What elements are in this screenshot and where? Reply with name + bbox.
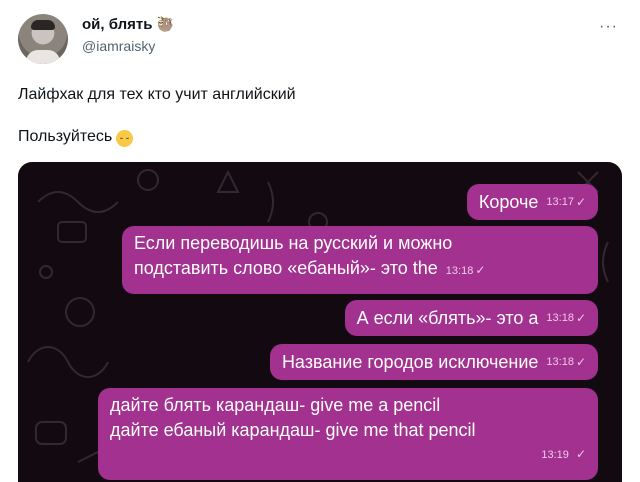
chat-message[interactable]: А если «блять»- это a 13:18 ✓ — [344, 300, 598, 336]
display-name[interactable]: ой, блять — [82, 16, 152, 33]
chat-message[interactable]: Короче 13:17 ✓ — [466, 184, 598, 220]
relieved-face-icon — [116, 129, 134, 147]
tweet-text: Пользуйтесь — [18, 128, 113, 145]
user-handle[interactable]: @iamraisky — [82, 38, 155, 54]
message-time: 13:18 — [546, 311, 574, 324]
read-check-icon: ✓ — [475, 263, 486, 277]
read-check-icon: ✓ — [575, 194, 586, 209]
chat-message[interactable]: дайте блять карандаш- give me a pencil д… — [98, 388, 598, 480]
author-name-row: ой, блять 🦥 — [82, 16, 174, 33]
tweet-text-line2: Пользуйтесь — [18, 128, 134, 147]
message-text-line2: дайте ебаный карандаш- give me that penc… — [110, 420, 476, 440]
message-text-line1: Если переводишь на русский и можно — [134, 233, 453, 253]
chat-message[interactable]: Если переводишь на русский и можно подст… — [122, 226, 598, 294]
more-options-icon[interactable]: ··· — [599, 18, 618, 36]
message-time: 13:18 — [546, 355, 574, 368]
read-check-icon: ✓ — [575, 354, 586, 369]
message-text: Название городов исключение — [281, 351, 539, 372]
read-check-icon: ✓ — [575, 310, 586, 325]
message-time: 13:19 — [541, 449, 569, 461]
message-text-line1: дайте блять карандаш- give me a pencil — [110, 395, 441, 415]
message-time: 13:18 — [445, 265, 474, 277]
message-text: А если «блять»- это a — [356, 307, 539, 328]
avatar[interactable] — [18, 14, 68, 64]
avatar-shirt — [26, 50, 60, 64]
message-text-line2: подставить слово «ебаный»- это the — [134, 258, 438, 278]
tweet-text-line1: Лайфхак для тех кто учит английский — [18, 86, 296, 103]
avatar-hair — [31, 20, 55, 30]
sloth-icon: 🦥 — [156, 16, 174, 32]
read-check-icon: ✓ — [575, 447, 586, 461]
chat-message[interactable]: Название городов исключение 13:18 ✓ — [269, 344, 598, 380]
chat-screenshot[interactable]: Короче 13:17 ✓ Если переводишь на русски… — [18, 162, 622, 482]
message-text: Короче — [478, 191, 539, 212]
message-time: 13:17 — [546, 195, 574, 208]
